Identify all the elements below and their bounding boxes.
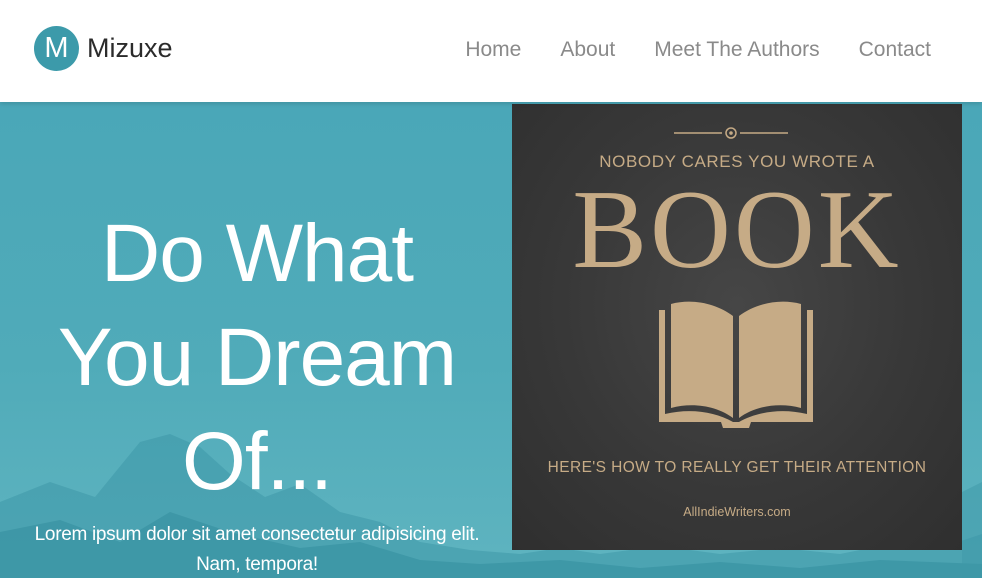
headline-line-2: You Dream <box>57 312 457 403</box>
ornament-icon <box>674 127 788 139</box>
nav-link-meet-the-authors[interactable]: Meet The Authors <box>654 38 819 62</box>
top-navbar: M Mizuxe Home About Meet The Authors Con… <box>0 0 982 102</box>
subtext-line-1: Lorem ipsum dolor sit amet consectetur a… <box>34 524 480 545</box>
cover-site: AllIndieWriters.com <box>683 505 791 519</box>
headline-line-1: Do What <box>101 208 414 299</box>
subtext-line-2: Nam, tempora! <box>196 554 318 575</box>
open-book-icon <box>659 301 813 428</box>
brand[interactable]: M Mizuxe <box>34 26 173 71</box>
cover-tagline: HERE'S HOW TO REALLY GET THEIR ATTENTION <box>547 459 927 476</box>
brand-logo[interactable]: M <box>34 26 79 71</box>
nav-link-about[interactable]: About <box>560 38 615 62</box>
nav-links: Home About Meet The Authors Contact <box>465 38 931 62</box>
cover-title: BOOK <box>572 168 902 292</box>
hero-headline: Do What You Dream Of... <box>20 202 494 514</box>
hero-subtext: Lorem ipsum dolor sit amet consectetur a… <box>20 520 494 578</box>
book-cover-image: NOBODY CARES YOU WROTE A BOOK HERE'S HOW… <box>512 104 962 550</box>
headline-line-3: Of... <box>182 416 333 507</box>
nav-link-home[interactable]: Home <box>465 38 521 62</box>
nav-link-contact[interactable]: Contact <box>859 38 931 62</box>
brand-name[interactable]: Mizuxe <box>87 33 173 64</box>
